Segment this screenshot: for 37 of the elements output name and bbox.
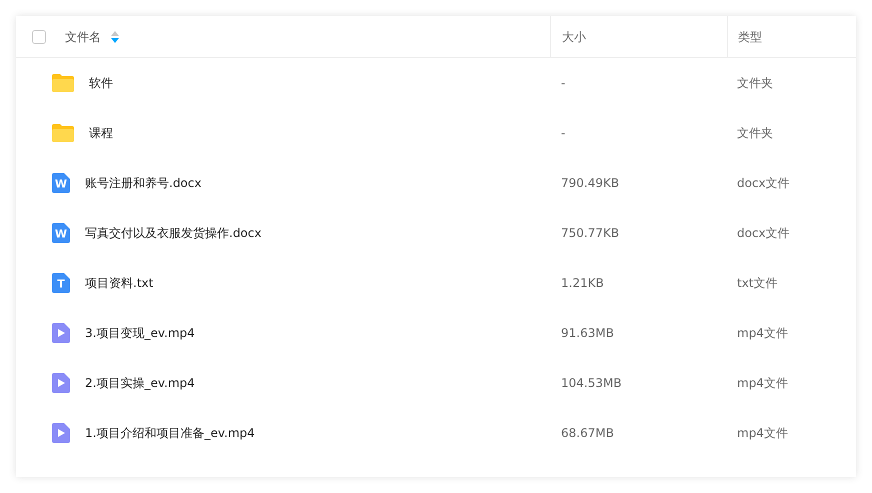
file-name[interactable]: 3.项目变现_ev.mp4 [85,324,195,342]
file-type: txt文件 [737,275,778,292]
file-size: 91.63MB [561,325,614,342]
file-name[interactable]: 2.项目实操_ev.mp4 [85,374,195,392]
video-file-icon [51,422,71,444]
sort-icon[interactable] [111,30,119,42]
file-type: mp4文件 [737,375,788,392]
video-file-icon [51,372,71,394]
document-file-icon: T [51,272,71,294]
file-type: 文件夹 [737,125,773,142]
video-file-icon [51,322,71,344]
file-type: mp4文件 [737,325,788,342]
file-size: 104.53MB [561,375,622,392]
file-name[interactable]: 写真交付以及衣服发货操作.docx [85,224,262,242]
file-size: 750.77KB [561,225,620,242]
file-type: docx文件 [737,225,790,242]
file-name[interactable]: 账号注册和养号.docx [85,174,202,192]
file-name[interactable]: 课程 [89,124,113,142]
document-file-icon: W [51,222,71,244]
folder-icon [51,123,75,143]
file-size: - [561,125,566,142]
select-all-checkbox[interactable] [32,30,46,44]
file-type: 文件夹 [737,75,773,92]
column-header[interactable]: 类型 [738,28,762,46]
file-size: 68.67MB [561,425,614,442]
file-type: docx文件 [737,175,790,192]
document-file-icon: W [51,172,71,194]
file-type: mp4文件 [737,425,788,442]
file-size: - [561,75,566,92]
file-name[interactable]: 1.项目介绍和项目准备_ev.mp4 [85,424,255,442]
column-header[interactable]: 大小 [562,28,586,46]
column-header[interactable]: 文件名 [65,28,101,46]
folder-icon [51,73,75,93]
file-name[interactable]: 软件 [89,74,113,92]
file-size: 1.21KB [561,275,604,292]
file-size: 790.49KB [561,175,620,192]
file-name[interactable]: 项目资料.txt [85,274,154,292]
